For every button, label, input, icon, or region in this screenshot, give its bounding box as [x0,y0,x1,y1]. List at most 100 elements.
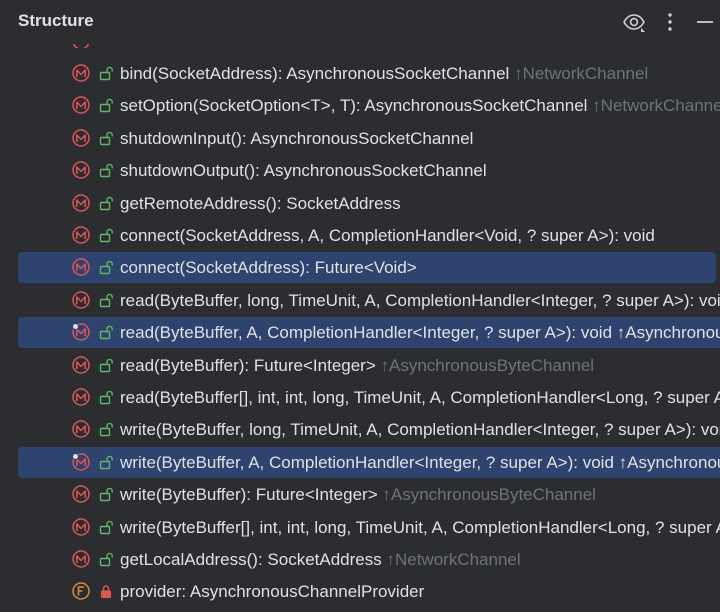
method-icon [72,96,90,115]
method-icon [72,258,90,277]
method-icon [72,129,90,147]
signature-text: write(ByteBuffer): Future<Integer> [120,485,383,505]
public-icon [99,99,113,113]
eye-icon[interactable] [621,9,647,35]
tree-row[interactable]: write(ByteBuffer): Future<Integer> ↑Asyn… [18,479,720,510]
signature-text: connect(SocketAddress): Future<Void> [120,258,417,278]
method-icon [72,388,90,406]
method-icon [72,485,90,503]
signature-text: shutdownOutput(): AsynchronousSocketChan… [120,161,487,181]
signature-text: write(ByteBuffer, A, CompletionHandler<I… [120,452,619,472]
tree-row[interactable]: connect(SocketAddress): Future<Void> [18,252,716,284]
tree-row[interactable]: setOption(SocketOption<T>, T): Asynchron… [18,90,720,121]
signature-text: getRemoteAddress(): SocketAddress [120,193,401,213]
inherited-from-label: ↑AsynchronousByteChannel [380,355,595,375]
tree-row[interactable]: read(ByteBuffer[], int, int, long, TimeU… [18,382,720,413]
method-icon [72,226,90,244]
inherited-from-label: ↑NetworkChannel [592,96,720,116]
signature-text: read(ByteBuffer, long, TimeUnit, A, Comp… [120,290,720,310]
member-signature: read(ByteBuffer): Future<Integer> ↑Async… [120,355,594,376]
public-icon [99,228,113,243]
tree-row[interactable]: shutdownOutput(): AsynchronousSocketChan… [18,155,720,186]
overriding-method-icon [72,323,90,341]
public-icon [99,196,113,210]
public-icon [99,66,113,81]
member-signature: bind(SocketAddress): AsynchronousSocketC… [120,63,648,84]
member-signature: read(ByteBuffer[], int, int, long, TimeU… [120,387,720,408]
signature-text: write(ByteBuffer, long, TimeUnit, A, Com… [120,420,720,440]
structure-header: Structure [0,0,720,44]
signature-text: read(ByteBuffer): Future<Integer> [120,355,381,375]
public-icon [99,325,113,340]
member-signature: read(ByteBuffer, A, CompletionHandler<In… [120,322,720,343]
inherited-from-label: ↑NetworkChannel [514,64,649,83]
member-signature: getLocalAddress(): SocketAddress ↑Networ… [120,549,521,570]
method-icon [72,355,90,374]
tree-row[interactable]: write(ByteBuffer, long, TimeUnit, A, Com… [18,414,720,445]
public-icon [99,358,113,372]
public-icon [99,552,113,567]
member-signature: write(ByteBuffer[], int, int, long, Time… [120,517,720,538]
signature-text: connect(SocketAddress, A, CompletionHand… [120,226,655,245]
inherited-from-label: ↑AsynchronousByteChannel [382,485,596,505]
method-icon [72,517,90,536]
signature-text: provider: AsynchronousChannelProvider [120,582,425,602]
tree-row[interactable]: connect(SocketAddress, A, CompletionHand… [18,220,720,251]
field-icon [72,582,90,601]
member-signature: connect(SocketAddress): Future<Void> [120,257,417,278]
method-icon [72,550,90,568]
member-signature: getRemoteAddress(): SocketAddress [120,193,401,214]
method-icon [72,64,90,82]
member-signature: connect(SocketAddress, A, CompletionHand… [120,225,655,246]
signature-text: shutdownInput(): AsynchronousSocketChann… [120,128,474,148]
tree-row[interactable]: getLocalAddress(): SocketAddress ↑Networ… [18,544,720,575]
member-signature: provider: AsynchronousChannelProvider [120,581,424,602]
more-vertical-icon[interactable] [657,9,683,35]
public-icon [99,390,113,405]
public-icon [99,455,113,469]
public-icon [99,163,113,178]
signature-text: write(ByteBuffer[], int, int, long, Time… [120,517,720,537]
inherited-from-label: ↑NetworkChannel [386,550,521,569]
signature-text: setOption(SocketOption<T>, T): Asynchron… [120,96,593,116]
tree-row[interactable]: write(ByteBuffer, A, CompletionHandler<I… [18,446,720,478]
method-icon [72,44,90,48]
tree-row-partial[interactable] [18,44,720,48]
member-signature: write(ByteBuffer): Future<Integer> ↑Asyn… [120,484,596,505]
public-icon [99,293,113,307]
tree-row[interactable]: read(ByteBuffer, long, TimeUnit, A, Comp… [18,285,720,316]
method-icon [72,161,90,179]
method-icon [72,193,90,212]
public-icon [99,487,113,502]
signature-text: read(ByteBuffer[], int, int, long, TimeU… [120,388,720,407]
tree-row[interactable]: provider: AsynchronousChannelProvider [18,576,720,607]
public-icon [99,520,113,534]
tree-row[interactable]: shutdownInput(): AsynchronousSocketChann… [18,123,720,154]
inherited-from-label: ↑AsynchronousByteChannel [616,323,720,343]
signature-text: getLocalAddress(): SocketAddress [120,550,387,569]
public-icon [99,261,113,275]
tree-row[interactable]: getRemoteAddress(): SocketAddress [18,188,720,219]
tree-row[interactable]: read(ByteBuffer): Future<Integer> ↑Async… [18,350,720,381]
structure-tree[interactable]: bind(SocketAddress): AsynchronousSocketC… [0,44,720,612]
method-icon [72,291,90,309]
member-signature: setOption(SocketOption<T>, T): Asynchron… [120,95,720,116]
member-signature: shutdownOutput(): AsynchronousSocketChan… [120,160,487,181]
overriding-method-icon [72,452,90,471]
signature-text: read(ByteBuffer, A, CompletionHandler<In… [120,323,617,343]
public-icon [99,131,113,145]
panel-title: Structure [18,11,94,30]
private-icon [100,585,112,600]
tree-row[interactable]: read(ByteBuffer, A, CompletionHandler<In… [18,317,720,349]
minimize-icon[interactable] [692,9,718,35]
tree-row[interactable]: write(ByteBuffer[], int, int, long, Time… [18,512,720,543]
inherited-from-label: ↑AsynchronousByteChannel [618,452,720,472]
member-signature: write(ByteBuffer, long, TimeUnit, A, Com… [120,419,720,440]
member-signature: shutdownInput(): AsynchronousSocketChann… [120,128,473,149]
member-signature: read(ByteBuffer, long, TimeUnit, A, Comp… [120,290,720,311]
member-signature: write(ByteBuffer, A, CompletionHandler<I… [120,452,720,473]
method-icon [72,420,90,439]
public-icon [99,423,113,437]
tree-row[interactable]: bind(SocketAddress): AsynchronousSocketC… [18,58,720,89]
signature-text: bind(SocketAddress): AsynchronousSocketC… [120,64,515,83]
